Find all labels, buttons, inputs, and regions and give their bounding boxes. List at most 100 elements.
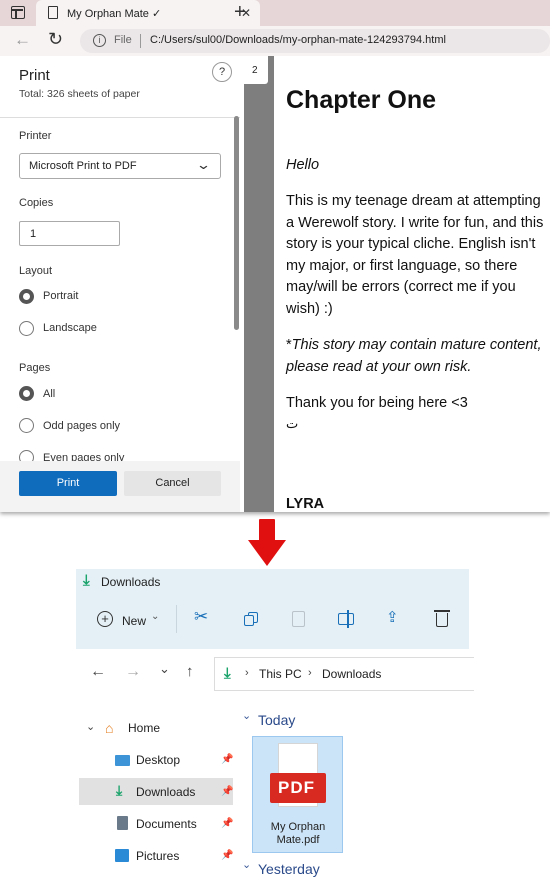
copies-label: Copies	[19, 197, 54, 209]
chevron-down-icon: ⌄	[195, 157, 212, 172]
tab-actions-icon[interactable]	[11, 6, 25, 19]
pin-icon: 📌	[221, 818, 234, 829]
button-bar: Print Cancel	[0, 461, 240, 512]
new-button[interactable]: + New ⌄	[96, 611, 166, 633]
pages-all-radio[interactable]	[19, 386, 34, 401]
pages-odd-label: Odd pages only	[43, 420, 121, 432]
tree-item-downloads[interactable]: Downloads	[136, 785, 195, 799]
portrait-label: Portrait	[43, 290, 79, 302]
tree-item-home[interactable]: Home	[128, 721, 160, 735]
sheet-total: Total: 326 sheets of paper	[19, 88, 140, 100]
new-tab-icon[interactable]: +	[234, 1, 246, 24]
pin-icon: 📌	[221, 850, 234, 861]
documents-icon	[117, 816, 128, 830]
cancel-button[interactable]: Cancel	[124, 471, 221, 496]
warning-text: This story may contain mature content, p…	[286, 337, 542, 375]
pages-odd-radio[interactable]	[19, 418, 34, 433]
refresh-icon[interactable]: ↻	[48, 29, 63, 50]
url-prefix: File	[114, 34, 132, 46]
down-arrow-icon	[248, 519, 286, 566]
recent-chevron-icon[interactable]: ⌄	[159, 661, 170, 677]
breadcrumb[interactable]: ⤓ › This PC › Downloads	[214, 657, 474, 691]
printer-select-value: Microsoft Print to PDF	[29, 160, 137, 172]
print-title: Print	[19, 67, 50, 84]
download-icon: ⤓	[83, 572, 90, 589]
tab-my-orphan-mate[interactable]: My Orphan Mate ✓ ✕	[36, 0, 260, 26]
back-icon[interactable]: ←	[14, 30, 31, 50]
navigation-bar: ← → ⌄ ↑ ⤓ › This PC › Downloads	[76, 649, 550, 699]
layout-label: Layout	[19, 265, 53, 277]
pdf-badge: PDF	[278, 778, 315, 797]
printer-label: Printer	[19, 130, 52, 142]
home-expand-icon[interactable]: ⌄	[86, 720, 95, 733]
breadcrumb-separator-icon: ›	[308, 667, 312, 679]
pictures-icon	[115, 849, 129, 862]
panel-scrollbar[interactable]	[234, 116, 239, 330]
group-yesterday-chevron-icon[interactable]: ⌄	[242, 858, 251, 871]
page-icon	[48, 6, 58, 19]
landscape-radio[interactable]	[19, 321, 34, 336]
url-text: C:/Users/sul00/Downloads/my-orphan-mate-…	[150, 34, 446, 46]
thanks-symbol: ت	[286, 416, 299, 431]
desktop-icon	[115, 755, 130, 766]
thanks-text: Thank you for being here <3	[286, 395, 468, 411]
url-box[interactable]: i File C:/Users/sul00/Downloads/my-orpha…	[80, 29, 550, 53]
file-explorer: ⤓ Downloads + New ⌄ ✂ ⇪ ← → ⌄ ↑ ⤓ › This…	[76, 569, 550, 877]
download-icon: ⤓	[116, 782, 123, 798]
copy-icon[interactable]	[244, 612, 258, 626]
share-icon[interactable]: ⇪	[386, 608, 399, 626]
breadcrumb-downloads[interactable]: Downloads	[322, 667, 381, 681]
rename-icon[interactable]	[338, 610, 354, 628]
landscape-label: Landscape	[43, 322, 97, 334]
info-icon[interactable]: i	[93, 34, 106, 47]
page-number: 2	[252, 65, 258, 76]
file-tile-selected[interactable]: PDF My Orphan Mate.pdf	[252, 736, 343, 853]
plus-icon: +	[97, 611, 113, 627]
group-yesterday[interactable]: Yesterday	[258, 861, 320, 877]
back-arrow-icon[interactable]: ←	[90, 663, 106, 681]
paste-icon[interactable]	[292, 611, 305, 627]
name-heading: LYRA	[286, 496, 325, 512]
explorer-header: ⤓ Downloads + New ⌄ ✂ ⇪	[76, 569, 469, 649]
group-today[interactable]: Today	[258, 712, 295, 728]
copies-input[interactable]: 1	[19, 221, 120, 246]
browser-window: My Orphan Mate ✓ ✕ + ← ↻ i File C:/Users…	[0, 0, 550, 512]
download-icon: ⤓	[224, 665, 231, 682]
new-label: New	[122, 614, 147, 628]
forward-arrow-icon[interactable]: →	[125, 663, 141, 681]
print-button[interactable]: Print	[19, 471, 117, 496]
copies-value: 1	[30, 228, 37, 240]
tree-item-pictures[interactable]: Pictures	[136, 849, 179, 863]
pdf-file-icon: PDF	[270, 743, 326, 809]
print-preview: 2 Chapter One Hello This is my teenage d…	[244, 56, 550, 512]
address-bar: ← ↻ i File C:/Users/sul00/Downloads/my-o…	[0, 26, 550, 56]
divider	[0, 117, 240, 118]
print-dialog: Print Total: 326 sheets of paper ? Print…	[0, 56, 244, 512]
url-divider	[140, 34, 141, 48]
printer-select[interactable]: Microsoft Print to PDF ⌄	[19, 153, 221, 179]
page-number-box: 2	[244, 56, 268, 84]
delete-icon[interactable]	[434, 610, 450, 627]
tree-item-desktop[interactable]: Desktop	[136, 753, 180, 767]
group-today-chevron-icon[interactable]: ⌄	[242, 709, 251, 722]
tab-strip: My Orphan Mate ✓ ✕ +	[0, 0, 550, 26]
pin-icon: 📌	[221, 786, 234, 797]
pages-even-label: Even pages only	[43, 452, 125, 461]
help-icon[interactable]: ?	[212, 62, 232, 82]
pages-all-label: All	[43, 388, 56, 400]
cut-icon[interactable]: ✂	[194, 607, 208, 627]
explorer-title: Downloads	[101, 575, 161, 589]
portrait-radio[interactable]	[19, 289, 34, 304]
pages-even-clip: Even pages only	[0, 446, 236, 461]
up-arrow-icon[interactable]: ↑	[186, 663, 194, 680]
warning-paragraph: *This story may contain mature content, …	[286, 335, 548, 378]
file-name: My Orphan Mate.pdf	[270, 821, 326, 846]
pages-even-radio[interactable]	[19, 450, 34, 461]
home-icon: ⌂	[105, 720, 114, 736]
tree-item-documents[interactable]: Documents	[136, 817, 197, 831]
tab-title: My Orphan Mate ✓	[67, 8, 162, 20]
preview-page: Chapter One Hello This is my teenage dre…	[274, 56, 550, 512]
pages-label: Pages	[19, 362, 51, 374]
breadcrumb-this-pc[interactable]: This PC	[259, 667, 302, 681]
chapter-heading: Chapter One	[286, 86, 437, 114]
